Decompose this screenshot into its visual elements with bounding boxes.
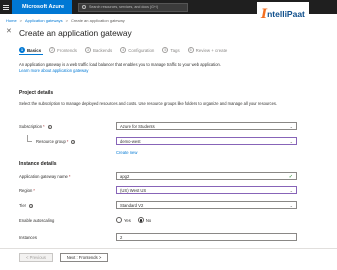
subscription-label: Subscription * i (19, 124, 52, 129)
autoscaling-label-text: Enable autoscaling (19, 218, 55, 223)
tab-review-create[interactable]: 6 Review + create (187, 46, 228, 54)
resource-group-label-text: Resource group (36, 139, 66, 144)
chevron-down-icon: ⌄ (289, 188, 293, 193)
previous-button[interactable]: < Previous (19, 253, 53, 262)
instances-label: Instances (19, 235, 37, 240)
tree-connector (27, 135, 32, 142)
azure-brand[interactable]: Microsoft Azure (12, 0, 72, 14)
tab-label: Configuration (128, 47, 155, 53)
learn-more-link[interactable]: Learn more about application gateway (19, 68, 324, 74)
region-value: (US) West US (120, 187, 147, 193)
step-number: 5 (162, 47, 169, 53)
step-number: 1 (19, 47, 25, 53)
close-icon[interactable]: ✕ (6, 28, 12, 35)
instances-value: 2 (120, 234, 123, 240)
checkmark-icon: ✓ (288, 173, 293, 180)
gateway-name-label-text: Application gateway name (19, 174, 68, 179)
next-frontends-button[interactable]: Next : Frontends > (60, 253, 108, 262)
intro-description: An application gateway is a web traffic … (19, 62, 324, 74)
info-icon[interactable]: i (47, 124, 52, 129)
tier-label-text: Tier (19, 203, 27, 208)
subscription-select[interactable]: Azure for Students ⌄ (116, 122, 297, 130)
region-label: Region * (19, 188, 35, 193)
intellipaat-logo: I ntelliPaat (257, 2, 309, 26)
step-number: 2 (49, 47, 56, 53)
breadcrumb-application-gateways[interactable]: Application gateways (25, 18, 63, 23)
project-details-heading: Project details (19, 90, 54, 96)
subscription-label-text: Subscription (19, 124, 43, 129)
gateway-name-value: apg2 (120, 173, 130, 179)
global-search-input[interactable]: Search resources, services, and docs (G+… (78, 2, 188, 12)
autoscaling-label: Enable autoscaling (19, 218, 54, 223)
resource-group-label: Resource group * i (36, 139, 76, 144)
tab-label: Backends (92, 47, 113, 53)
tab-tags[interactable]: 5 Tags (162, 46, 180, 54)
tab-backends[interactable]: 3 Backends (84, 46, 113, 54)
autoscaling-radio-group: Yes No (116, 217, 158, 223)
chevron-down-icon: ⌄ (289, 139, 293, 144)
autoscaling-no-label: No (145, 217, 152, 223)
gateway-name-input[interactable]: apg2 ✓ (116, 172, 297, 180)
search-placeholder: Search resources, services, and docs (G+… (89, 5, 159, 9)
resource-group-value: demo-west (120, 138, 141, 144)
autoscaling-yes-option[interactable]: Yes (116, 217, 131, 223)
tier-label: Tier i (19, 203, 34, 208)
chevron-down-icon: ⌄ (289, 203, 293, 208)
region-select[interactable]: (US) West US ⌄ (116, 186, 297, 194)
step-number: 3 (84, 47, 91, 53)
wizard-tabs: 1 Basics 2 Frontends 3 Backends 4 Config… (19, 46, 235, 56)
autoscaling-no-option[interactable]: No (137, 217, 152, 223)
active-tab-indicator (19, 54, 43, 55)
tab-label: Review + create (195, 47, 228, 53)
menu-icon[interactable] (0, 0, 12, 14)
gateway-name-label: Application gateway name * (19, 174, 71, 179)
tab-label: Basics (27, 47, 42, 53)
breadcrumb-home[interactable]: Home (6, 18, 17, 23)
info-icon[interactable]: i (71, 139, 76, 144)
create-new-resource-group-link[interactable]: Create new (116, 150, 137, 155)
tab-label: Tags (170, 47, 180, 53)
instance-details-heading: Instance details (19, 161, 57, 167)
step-number: 6 (187, 47, 194, 53)
chevron-down-icon: ⌄ (289, 124, 293, 129)
page-title: Create an application gateway (19, 28, 132, 38)
search-icon (82, 5, 86, 9)
tab-label: Frontends (57, 47, 77, 53)
logo-word: ntelliPaat (267, 8, 305, 19)
autoscaling-yes-label: Yes (124, 217, 131, 223)
tier-select[interactable]: Standard V2 ⌄ (116, 201, 297, 209)
instances-label-text: Instances (19, 235, 37, 240)
region-label-text: Region (19, 188, 33, 193)
tab-basics[interactable]: 1 Basics (19, 46, 41, 54)
tab-configuration[interactable]: 4 Configuration (120, 46, 154, 54)
resource-group-select[interactable]: demo-west ⌄ (116, 137, 297, 145)
instances-input[interactable]: 2 (116, 233, 297, 241)
description-text: An application gateway is a web traffic … (19, 62, 221, 67)
breadcrumb-current: Create an application gateway (70, 18, 125, 23)
tab-frontends[interactable]: 2 Frontends (49, 46, 77, 54)
tier-value: Standard V2 (120, 202, 144, 208)
subscription-value: Azure for Students (120, 123, 155, 129)
breadcrumb: Home > Application gateways > Create an appl… (6, 18, 125, 23)
step-number: 4 (120, 47, 127, 53)
radio-no-selected[interactable] (137, 217, 144, 223)
radio-yes[interactable] (116, 217, 122, 223)
project-details-help: Select the subscription to manage deploy… (19, 101, 278, 106)
info-icon[interactable]: i (29, 203, 34, 208)
footer-divider (0, 248, 337, 249)
